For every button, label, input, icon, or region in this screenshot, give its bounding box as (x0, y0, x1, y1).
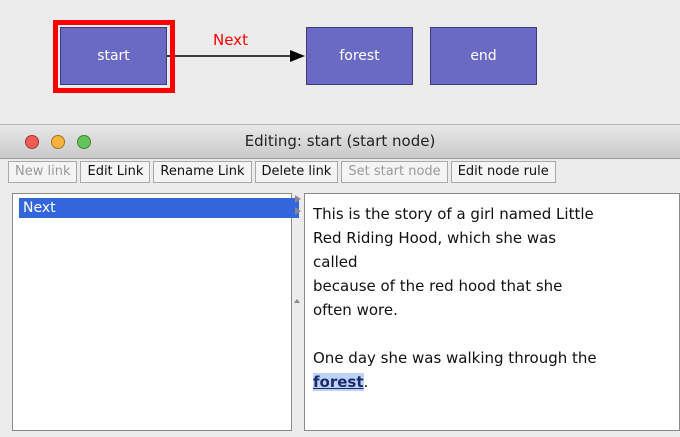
node-end[interactable]: end (430, 27, 537, 85)
node-forest[interactable]: forest (306, 27, 413, 85)
list-item[interactable]: Next (19, 198, 299, 218)
story-line: called (313, 253, 358, 271)
editing-window: Editing: start (start node) New link Edi… (0, 124, 680, 437)
story-link-forest[interactable]: forest (313, 373, 364, 391)
story-line: One day she was walking through the (313, 349, 597, 367)
story-line: Red Riding Hood, which she was (313, 229, 557, 247)
minimize-icon[interactable] (51, 135, 65, 149)
chevron-up-icon (294, 299, 300, 303)
title-bar: Editing: start (start node) (0, 125, 680, 159)
zoom-icon[interactable] (77, 135, 91, 149)
edit-node-rule-button[interactable]: Edit node rule (450, 161, 556, 183)
close-icon[interactable] (25, 135, 39, 149)
new-link-button[interactable]: New link (8, 161, 78, 183)
story-line-link: forest. (313, 370, 679, 394)
story-line: This is the story of a girl named Little (313, 205, 594, 223)
set-start-node-button[interactable]: Set start node (341, 161, 448, 183)
toolbar: New link Edit Link Rename Link Delete li… (8, 161, 559, 183)
edit-link-button[interactable]: Edit Link (80, 161, 151, 183)
delete-link-button[interactable]: Delete link (254, 161, 339, 183)
story-text-editor[interactable]: This is the story of a girl named Little… (304, 193, 680, 431)
story-graph-canvas[interactable]: start Next forest end (0, 0, 680, 124)
node-start[interactable]: start (60, 27, 167, 85)
rename-link-button[interactable]: Rename Link (153, 161, 252, 183)
story-line: because of the red hood that she (313, 277, 563, 295)
links-list[interactable]: Next (12, 193, 299, 431)
edge-label-next[interactable]: Next (213, 31, 248, 49)
window-title: Editing: start (start node) (244, 132, 436, 150)
story-line: often wore. (313, 301, 398, 319)
link-trailing-punct: . (363, 373, 369, 391)
split-pane-divider[interactable] (292, 193, 304, 431)
